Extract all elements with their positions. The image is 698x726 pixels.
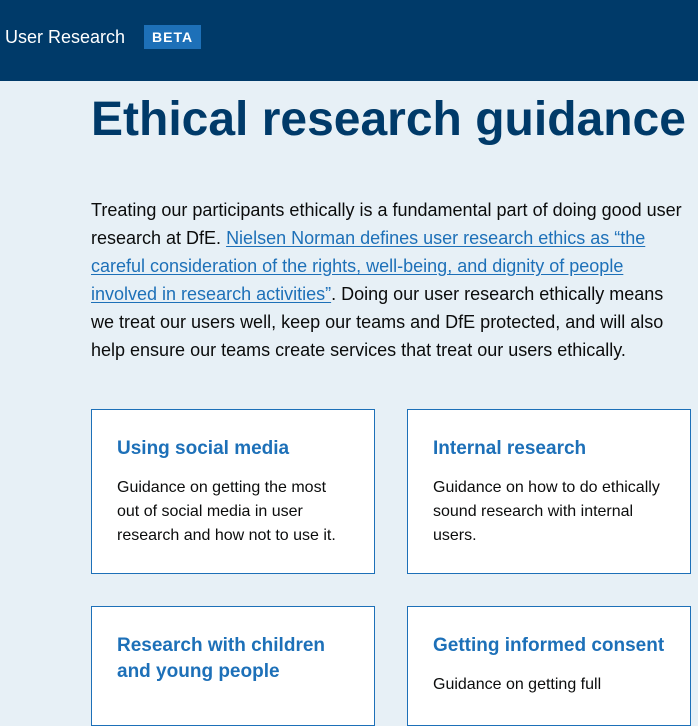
page-title: Ethical research guidance	[91, 93, 686, 146]
card-title[interactable]: Internal research	[433, 436, 665, 462]
card-internal-research[interactable]: Internal research Guidance on how to do …	[407, 409, 691, 574]
intro-paragraph: Treating our participants ethically is a…	[91, 196, 691, 364]
card-title[interactable]: Getting informed consent	[433, 633, 665, 659]
service-name-link[interactable]: User Research	[5, 26, 125, 48]
card-description: Guidance on getting full	[433, 676, 602, 693]
card-getting-informed-consent[interactable]: Getting informed consent Guidance on get…	[407, 606, 691, 726]
card-title[interactable]: Using social media	[117, 436, 349, 462]
site-header: User Research BETA	[0, 0, 698, 81]
card-description: Guidance on how to do ethically sound re…	[433, 479, 660, 544]
card-title[interactable]: Research with children and young people	[117, 633, 349, 685]
beta-tag: BETA	[144, 25, 202, 49]
card-using-social-media[interactable]: Using social media Guidance on getting t…	[91, 409, 375, 574]
card-research-with-children[interactable]: Research with children and young people	[91, 606, 375, 726]
card-description: Guidance on getting the most out of soci…	[117, 479, 336, 544]
